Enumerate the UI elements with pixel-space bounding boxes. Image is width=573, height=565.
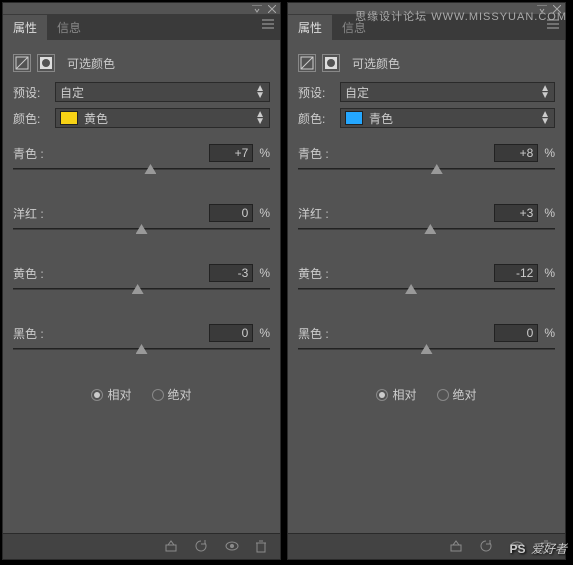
preset-value: 自定 xyxy=(345,84,369,101)
slider-cyan: 青色 : +7 % xyxy=(13,144,270,188)
slider-cyan: 青色 : +8 % xyxy=(298,144,555,188)
watermark-top: 思缘设计论坛 WWW.MISSYUAN.COM xyxy=(355,8,567,24)
slider-track-magenta[interactable] xyxy=(298,224,555,234)
color-name: 青色 xyxy=(369,110,393,127)
preset-label: 预设: xyxy=(13,84,49,101)
slider-label-black: 黑色 : xyxy=(298,325,494,342)
slider-track-cyan[interactable] xyxy=(298,164,555,174)
colors-select[interactable]: 黄色 ▲▼ xyxy=(55,108,270,128)
slider-track-yellow[interactable] xyxy=(13,284,270,294)
value-magenta[interactable]: +3 xyxy=(494,204,538,222)
slider-track-cyan[interactable] xyxy=(13,164,270,174)
radio-relative[interactable]: 相对 xyxy=(376,386,416,403)
preset-select[interactable]: 自定 ▲▼ xyxy=(340,82,555,102)
percent-label: % xyxy=(544,326,555,340)
slider-magenta: 洋红 : 0 % xyxy=(13,204,270,248)
radio-relative[interactable]: 相对 xyxy=(91,386,131,403)
collapse-icon[interactable] xyxy=(252,5,262,13)
radio-dot xyxy=(152,389,164,401)
color-swatch xyxy=(345,111,363,125)
value-black[interactable]: 0 xyxy=(209,324,253,342)
panel-menu-icon[interactable] xyxy=(256,15,280,40)
radio-dot xyxy=(437,389,449,401)
percent-label: % xyxy=(259,266,270,280)
value-yellow[interactable]: -3 xyxy=(209,264,253,282)
slider-track-black[interactable] xyxy=(13,344,270,354)
slider-track-black[interactable] xyxy=(298,344,555,354)
percent-label: % xyxy=(259,146,270,160)
slider-track-yellow[interactable] xyxy=(298,284,555,294)
percent-label: % xyxy=(259,326,270,340)
clip-icon[interactable] xyxy=(164,539,180,555)
tab-properties[interactable]: 属性 xyxy=(288,15,332,40)
selective-color-panel-1: 属性 信息 可选颜色 预设: 自定 ▲▼ 颜色: xyxy=(287,2,566,560)
slider-label-cyan: 青色 : xyxy=(13,145,209,162)
slider-magenta: 洋红 : +3 % xyxy=(298,204,555,248)
panel-topbar xyxy=(3,3,280,15)
slider-yellow: 黄色 : -3 % xyxy=(13,264,270,308)
colors-label: 颜色: xyxy=(13,110,49,127)
visibility-icon[interactable] xyxy=(224,539,240,555)
preset-value: 自定 xyxy=(60,84,84,101)
reset-icon[interactable] xyxy=(479,539,495,555)
panel-title: 可选颜色 xyxy=(67,55,115,72)
panel-footer xyxy=(3,533,280,559)
method-radios: 相对 绝对 xyxy=(298,386,555,403)
color-name: 黄色 xyxy=(84,110,108,127)
radio-label-relative: 相对 xyxy=(107,386,131,403)
slider-track-magenta[interactable] xyxy=(13,224,270,234)
preset-select[interactable]: 自定 ▲▼ xyxy=(55,82,270,102)
value-cyan[interactable]: +7 xyxy=(209,144,253,162)
radio-label-relative: 相对 xyxy=(392,386,416,403)
clip-icon[interactable] xyxy=(449,539,465,555)
value-black[interactable]: 0 xyxy=(494,324,538,342)
tab-properties[interactable]: 属性 xyxy=(3,15,47,40)
preset-label: 预设: xyxy=(298,84,334,101)
colors-label: 颜色: xyxy=(298,110,334,127)
mask-icon[interactable] xyxy=(322,54,340,72)
slider-black: 黑色 : 0 % xyxy=(13,324,270,368)
slider-label-cyan: 青色 : xyxy=(298,145,494,162)
slider-label-magenta: 洋红 : xyxy=(13,205,209,222)
method-radios: 相对 绝对 xyxy=(13,386,270,403)
percent-label: % xyxy=(544,206,555,220)
radio-absolute[interactable]: 绝对 xyxy=(152,386,192,403)
slider-label-black: 黑色 : xyxy=(13,325,209,342)
slider-yellow: 黄色 : -12 % xyxy=(298,264,555,308)
radio-label-absolute: 绝对 xyxy=(168,386,192,403)
colors-select[interactable]: 青色 ▲▼ xyxy=(340,108,555,128)
adjustment-icon[interactable] xyxy=(13,54,31,72)
reset-icon[interactable] xyxy=(194,539,210,555)
mask-icon[interactable] xyxy=(37,54,55,72)
panel-title: 可选颜色 xyxy=(352,55,400,72)
radio-label-absolute: 绝对 xyxy=(453,386,477,403)
percent-label: % xyxy=(544,266,555,280)
color-swatch xyxy=(60,111,78,125)
percent-label: % xyxy=(259,206,270,220)
selective-color-panel-0: 属性 信息 可选颜色 预设: 自定 ▲▼ 颜色: xyxy=(2,2,281,560)
tabs: 属性 信息 xyxy=(3,15,280,40)
slider-label-yellow: 黄色 : xyxy=(13,265,209,282)
radio-absolute[interactable]: 绝对 xyxy=(437,386,477,403)
slider-label-magenta: 洋红 : xyxy=(298,205,494,222)
adjustment-icon[interactable] xyxy=(298,54,316,72)
slider-black: 黑色 : 0 % xyxy=(298,324,555,368)
radio-dot xyxy=(91,389,103,401)
value-magenta[interactable]: 0 xyxy=(209,204,253,222)
close-icon[interactable] xyxy=(268,5,276,13)
radio-dot xyxy=(376,389,388,401)
trash-icon[interactable] xyxy=(254,539,270,555)
value-cyan[interactable]: +8 xyxy=(494,144,538,162)
slider-label-yellow: 黄色 : xyxy=(298,265,494,282)
percent-label: % xyxy=(544,146,555,160)
watermark-bottom: PS 爱好者 xyxy=(509,533,567,559)
value-yellow[interactable]: -12 xyxy=(494,264,538,282)
tab-info[interactable]: 信息 xyxy=(47,15,91,40)
